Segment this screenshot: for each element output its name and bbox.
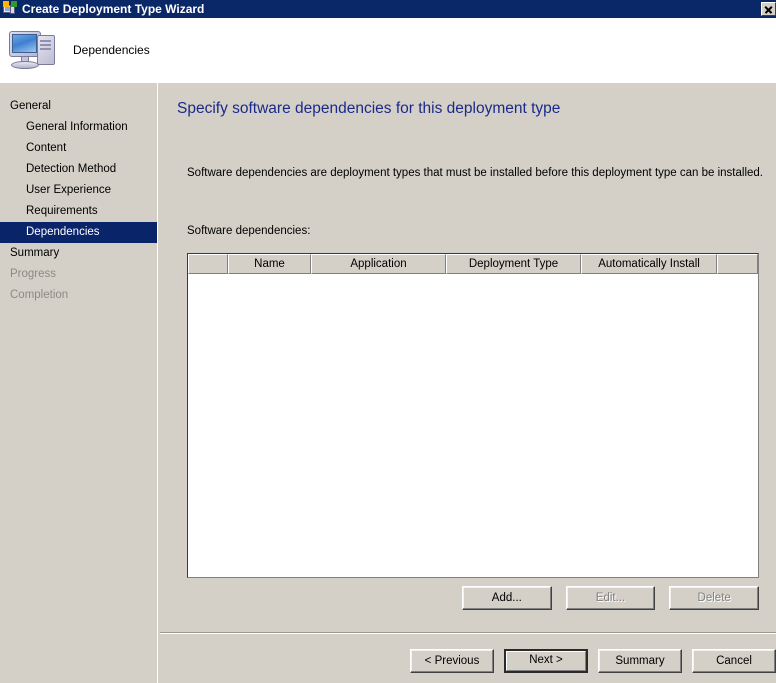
sidebar-item-general[interactable]: General	[0, 96, 157, 117]
delete-button: Delete	[669, 586, 760, 610]
list-action-buttons: Add... Edit... Delete	[462, 586, 760, 610]
content-pane: Specify software dependencies for this d…	[160, 83, 776, 632]
sidebar-item-label: Dependencies	[26, 226, 100, 238]
sidebar-item-label: General Information	[26, 121, 128, 133]
cancel-button[interactable]: Cancel	[692, 649, 776, 673]
window-title: Create Deployment Type Wizard	[22, 2, 205, 16]
sidebar-item-general-information[interactable]: General Information	[0, 117, 157, 138]
page-description: Software dependencies are deployment typ…	[187, 167, 763, 179]
column-header-blank-0[interactable]	[188, 254, 228, 274]
computer-icon	[7, 27, 59, 73]
wizard-step-sidebar: General General Information Content Detecti…	[0, 83, 158, 683]
column-header-automatically-install[interactable]: Automatically Install	[581, 254, 717, 274]
edit-button: Edit...	[565, 586, 656, 610]
sidebar-item-label: User Experience	[26, 184, 112, 196]
software-dependencies-list[interactable]: Name Application Deployment Type Automatica…	[187, 253, 759, 578]
sidebar-item-summary[interactable]: Summary	[0, 243, 157, 264]
column-header-name[interactable]: Name	[228, 254, 311, 274]
page-title: Specify software dependencies for this d…	[177, 100, 561, 117]
banner-title: Dependencies	[73, 43, 150, 57]
software-dependencies-label: Software dependencies:	[187, 225, 311, 237]
sidebar-item-label: Summary	[10, 247, 60, 259]
sidebar-item-detection-method[interactable]: Detection Method	[0, 159, 157, 180]
column-header-application[interactable]: Application	[311, 254, 446, 274]
sidebar-item-label: Content	[26, 142, 67, 154]
close-icon[interactable]	[761, 2, 776, 16]
next-button[interactable]: Next >	[504, 649, 588, 673]
column-header-blank-5[interactable]	[717, 254, 758, 274]
column-header-deployment-type[interactable]: Deployment Type	[446, 254, 581, 274]
button-label: Next >	[506, 651, 586, 671]
list-body[interactable]	[188, 274, 758, 577]
wizard-banner: Dependencies	[0, 18, 776, 83]
sidebar-item-label: Progress	[10, 268, 57, 280]
add-button[interactable]: Add...	[462, 586, 552, 610]
sidebar-item-completion: Completion	[0, 285, 157, 306]
sidebar-item-label: Detection Method	[26, 163, 117, 175]
sidebar-item-content[interactable]: Content	[0, 138, 157, 159]
sidebar-item-requirements[interactable]: Requirements	[0, 201, 157, 222]
sidebar-item-user-experience[interactable]: User Experience	[0, 180, 157, 201]
sidebar-item-label: General	[10, 100, 51, 112]
list-header-row: Name Application Deployment Type Automatica…	[188, 254, 758, 274]
sidebar-item-label: Requirements	[26, 205, 98, 217]
sidebar-item-label: Completion	[10, 289, 69, 301]
title-bar: Create Deployment Type Wizard	[0, 0, 776, 18]
previous-button[interactable]: < Previous	[410, 649, 494, 673]
footer-bar: < Previous Next > Summary Cancel	[160, 634, 776, 683]
sidebar-item-dependencies[interactable]: Dependencies	[0, 222, 157, 243]
sidebar-item-progress: Progress	[0, 264, 157, 285]
wizard-navigation-buttons: < Previous Next > Summary Cancel	[410, 649, 776, 673]
summary-button[interactable]: Summary	[598, 649, 682, 673]
wizard-icon	[2, 1, 18, 17]
